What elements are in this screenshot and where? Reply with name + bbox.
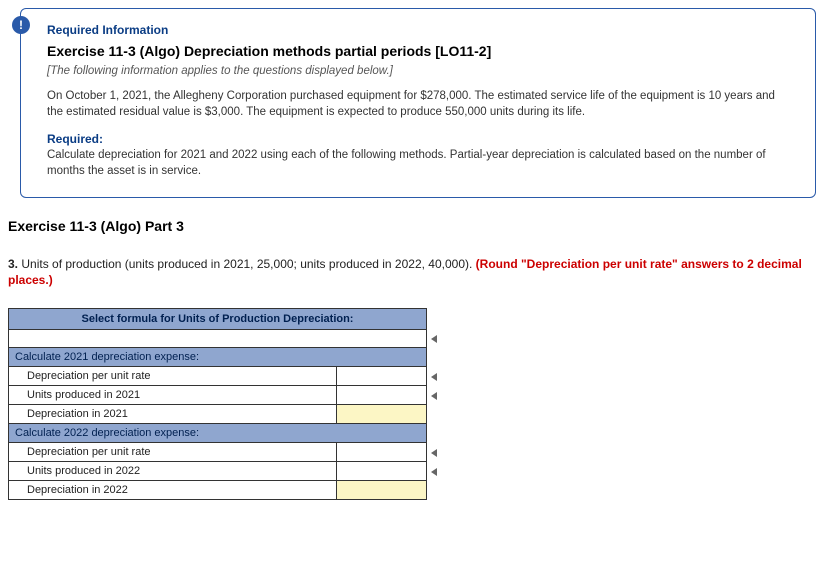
info-panel-wrap: ! Required Information Exercise 11-3 (Al… xyxy=(8,8,816,198)
input-2022-units[interactable] xyxy=(337,462,427,481)
spacer xyxy=(427,309,438,330)
question-text: Units of production (units produced in 2… xyxy=(21,257,475,271)
row-2022-dep-label: Depreciation in 2022 xyxy=(9,481,337,500)
row-2022-units-label: Units produced in 2022 xyxy=(9,462,337,481)
alert-icon: ! xyxy=(12,16,30,34)
section-2022-header: Calculate 2022 depreciation expense: xyxy=(9,424,427,443)
input-2021-dep[interactable] xyxy=(337,405,427,424)
exercise-title: Exercise 11-3 (Algo) Depreciation method… xyxy=(47,43,789,59)
required-info-heading: Required Information xyxy=(47,23,789,37)
row-2021-rate-label: Depreciation per unit rate xyxy=(9,367,337,386)
table-row: Units produced in 2021 xyxy=(9,386,438,405)
part-heading: Exercise 11-3 (Algo) Part 3 xyxy=(8,218,816,234)
spacer xyxy=(427,481,438,500)
question-number: 3. xyxy=(8,257,18,271)
row-2021-dep-label: Depreciation in 2021 xyxy=(9,405,337,424)
question-line: 3. Units of production (units produced i… xyxy=(8,256,816,288)
input-2021-rate[interactable] xyxy=(337,367,427,386)
section-2021-header: Calculate 2021 depreciation expense: xyxy=(9,348,427,367)
input-2022-dep[interactable] xyxy=(337,481,427,500)
table-row: Depreciation per unit rate xyxy=(9,443,438,462)
required-text: Calculate depreciation for 2021 and 2022… xyxy=(47,148,789,179)
row-2022-rate-label: Depreciation per unit rate xyxy=(9,443,337,462)
spacer xyxy=(427,424,438,443)
calc-table: Select formula for Units of Production D… xyxy=(8,308,438,500)
row-2021-units-label: Units produced in 2021 xyxy=(9,386,337,405)
formula-header: Select formula for Units of Production D… xyxy=(9,309,427,330)
table-row: Depreciation per unit rate xyxy=(9,367,438,386)
dropdown-arrow-icon xyxy=(427,367,438,386)
table-row: Depreciation in 2021 xyxy=(9,405,438,424)
dropdown-arrow-icon xyxy=(427,443,438,462)
dropdown-arrow-icon xyxy=(427,386,438,405)
dropdown-arrow-icon xyxy=(427,462,438,481)
required-info-panel: Required Information Exercise 11-3 (Algo… xyxy=(20,8,816,198)
applies-note: [The following information applies to th… xyxy=(47,65,789,77)
spacer xyxy=(427,405,438,424)
input-2022-rate[interactable] xyxy=(337,443,427,462)
table-row: Depreciation in 2022 xyxy=(9,481,438,500)
input-2021-units[interactable] xyxy=(337,386,427,405)
dropdown-arrow-icon xyxy=(427,330,438,348)
table-row: Units produced in 2022 xyxy=(9,462,438,481)
spacer xyxy=(427,348,438,367)
scenario-paragraph: On October 1, 2021, the Allegheny Corpor… xyxy=(47,89,789,120)
required-label: Required: xyxy=(47,132,789,146)
formula-select-cell[interactable] xyxy=(9,330,427,348)
